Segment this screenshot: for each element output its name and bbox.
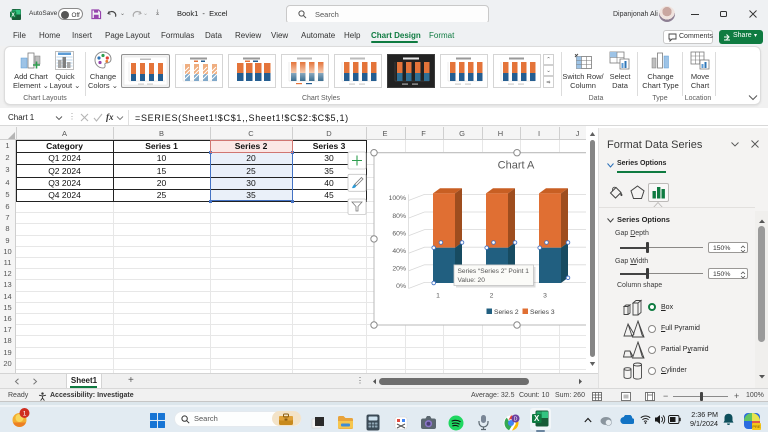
svg-text:60%: 60% bbox=[392, 230, 406, 237]
svg-text:100%: 100% bbox=[389, 195, 406, 202]
svg-text:1: 1 bbox=[23, 410, 27, 417]
svg-text:Chart A: Chart A bbox=[498, 160, 535, 172]
svg-text:2: 2 bbox=[490, 293, 494, 300]
svg-text:X: X bbox=[534, 414, 540, 423]
svg-text:80%: 80% bbox=[392, 213, 406, 220]
svg-text:D: D bbox=[514, 416, 518, 422]
svg-text:40%: 40% bbox=[392, 248, 406, 255]
svg-text:20%: 20% bbox=[392, 266, 406, 273]
svg-text:3: 3 bbox=[543, 293, 547, 300]
svg-text:1: 1 bbox=[436, 293, 440, 300]
svg-text:PRE: PRE bbox=[752, 424, 761, 429]
svg-text:0%: 0% bbox=[396, 283, 406, 290]
svg-text:Series 3: Series 3 bbox=[530, 309, 555, 316]
svg-text:Series 2: Series 2 bbox=[494, 309, 519, 316]
svg-text:Series “Series 2” Point 1: Series “Series 2” Point 1 bbox=[458, 268, 530, 275]
svg-text:Value: 20: Value: 20 bbox=[458, 277, 486, 284]
